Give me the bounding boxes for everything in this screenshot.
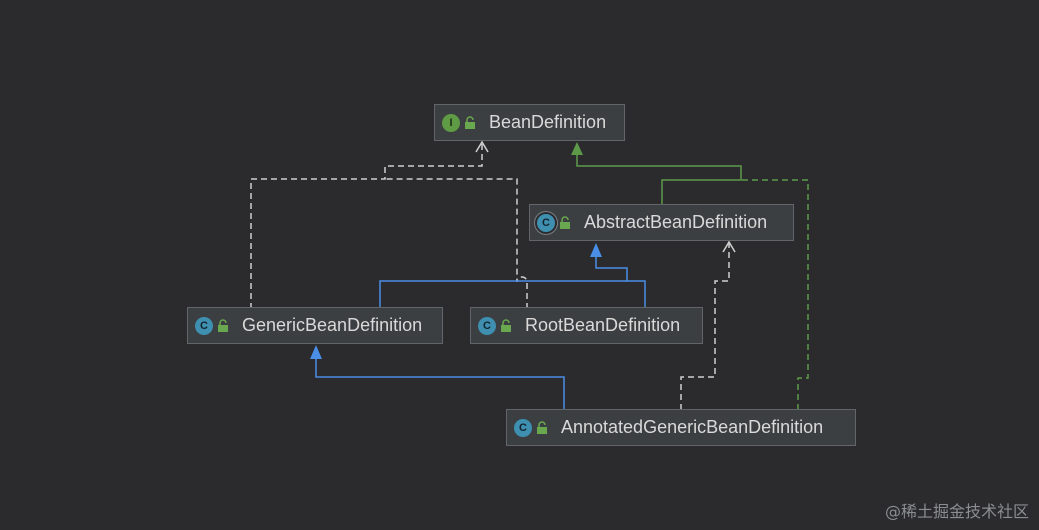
edge-annotated-extends-generic bbox=[315, 358, 565, 410]
node-label: BeanDefinition bbox=[489, 112, 607, 132]
class-icon: C bbox=[514, 418, 532, 437]
edge-generic-extends-abstract bbox=[379, 256, 628, 309]
arrowhead-filled-abstract-blue bbox=[590, 243, 602, 257]
edge-abstract-implements-beandefinition bbox=[576, 154, 742, 205]
node-label: AnnotatedGenericBeanDefinition bbox=[561, 417, 824, 437]
public-lock-icon bbox=[465, 115, 475, 129]
edge-layer bbox=[250, 140, 809, 410]
node-abstract-bean-definition[interactable]: C AbstractBeanDefinition bbox=[529, 204, 794, 241]
public-lock-icon bbox=[218, 318, 228, 332]
edge-root-extends-abstract bbox=[627, 280, 646, 309]
node-root-bean-definition[interactable]: C RootBeanDefinition bbox=[470, 307, 703, 344]
node-generic-bean-definition[interactable]: C GenericBeanDefinition bbox=[187, 307, 443, 344]
node-annotated-generic-bean-definition[interactable]: C AnnotatedGenericBeanDefinition bbox=[506, 409, 856, 446]
public-lock-icon bbox=[537, 420, 547, 434]
arrowhead-filled-beandefinition-green bbox=[571, 142, 583, 155]
abstract-class-icon: C bbox=[537, 213, 555, 232]
class-icon: C bbox=[195, 316, 213, 335]
public-lock-icon bbox=[501, 318, 511, 332]
node-label: RootBeanDefinition bbox=[525, 315, 681, 335]
interface-icon: I bbox=[442, 113, 460, 132]
arrowhead-filled-generic-blue bbox=[310, 345, 322, 359]
class-icon: C bbox=[478, 316, 496, 335]
node-label: AbstractBeanDefinition bbox=[584, 212, 768, 232]
edge-generic-implements-beandefinition bbox=[250, 144, 483, 309]
edge-root-implements-beandefinition bbox=[385, 178, 528, 309]
node-label: GenericBeanDefinition bbox=[242, 315, 423, 335]
watermark: @稀土掘金技术社区 bbox=[884, 502, 1029, 521]
node-bean-definition[interactable]: I BeanDefinition bbox=[434, 104, 625, 141]
public-lock-icon bbox=[560, 215, 570, 229]
diagram-canvas: I BeanDefinition C AbstractBeanDefinitio… bbox=[0, 0, 1039, 530]
